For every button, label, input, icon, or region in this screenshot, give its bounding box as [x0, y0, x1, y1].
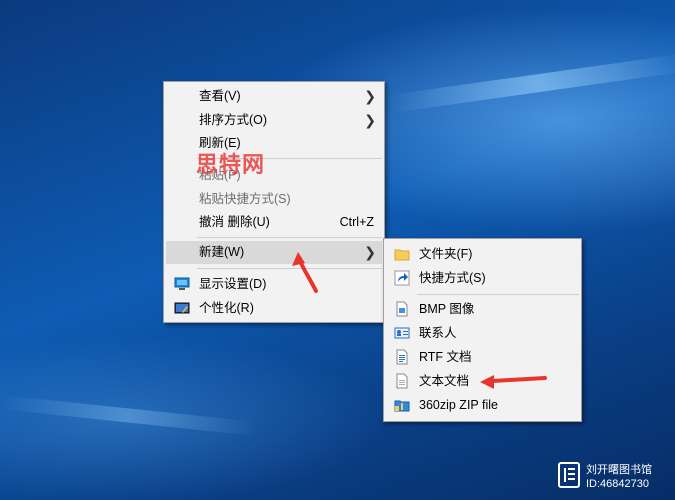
menu-item-label: 排序方式(O) — [199, 113, 268, 127]
menu-item-undo-delete[interactable]: 撤消 删除(U) Ctrl+Z — [166, 211, 382, 233]
menu-item-label: 360zip ZIP file — [419, 398, 498, 412]
menu-separator — [417, 294, 579, 295]
wallpaper-light-beam — [388, 53, 675, 113]
menu-item-label: BMP 图像 — [419, 302, 475, 316]
menu-item-label: 撤消 删除(U) — [199, 215, 270, 229]
menu-item-label: 文本文档 — [419, 374, 470, 388]
menu-item-paste-shortcut[interactable]: 粘贴快捷方式(S) — [166, 188, 382, 210]
menu-item-sort-by[interactable]: 排序方式(O) ❯ — [166, 109, 382, 131]
submenu-item-rtf-document[interactable]: RTF 文档 — [386, 346, 579, 368]
menu-item-label: 个性化(R) — [199, 301, 254, 315]
library-logo-icon — [558, 462, 580, 488]
menu-item-view[interactable]: 查看(V) ❯ — [166, 85, 382, 107]
menu-item-display-settings[interactable]: 显示设置(D) — [166, 273, 382, 295]
submenu-item-folder[interactable]: 文件夹(F) — [386, 243, 579, 265]
submenu-item-bmp-image[interactable]: BMP 图像 — [386, 298, 579, 320]
bmp-image-icon — [394, 301, 410, 317]
corner-badge: 刘开曙图书馆 ID:46842730 — [556, 459, 675, 497]
submenu-item-contact[interactable]: 联系人 — [386, 322, 579, 344]
chevron-right-icon: ❯ — [364, 88, 376, 104]
menu-item-shortcut: Ctrl+Z — [339, 215, 374, 229]
menu-item-label: 文件夹(F) — [419, 247, 473, 261]
contact-icon — [394, 325, 410, 341]
folder-icon — [394, 246, 410, 262]
desktop-context-menu: 查看(V) ❯ 排序方式(O) ❯ 刷新(E) 粘贴(P) 粘贴快捷方式(S) … — [163, 81, 385, 323]
zip-file-icon — [394, 397, 410, 413]
rtf-document-icon — [394, 349, 410, 365]
wallpaper-light-beam — [0, 395, 260, 437]
text-document-icon — [394, 373, 410, 389]
chevron-right-icon: ❯ — [364, 244, 376, 260]
shortcut-icon — [394, 270, 410, 286]
display-settings-icon — [174, 276, 190, 292]
menu-item-new[interactable]: 新建(W) ❯ — [166, 241, 382, 264]
new-submenu: 文件夹(F) 快捷方式(S) BMP 图像 联系人 RTF 文档 文本文档 36… — [383, 238, 582, 422]
corner-badge-line2: ID:46842730 — [586, 478, 649, 490]
menu-item-label: 显示设置(D) — [199, 277, 267, 291]
chevron-right-icon: ❯ — [364, 112, 376, 128]
menu-item-label: 新建(W) — [199, 245, 245, 259]
menu-item-label: 联系人 — [419, 326, 457, 340]
menu-separator — [197, 237, 382, 238]
personalize-icon — [174, 300, 190, 316]
menu-item-label: 查看(V) — [199, 89, 241, 103]
submenu-item-360zip-file[interactable]: 360zip ZIP file — [386, 394, 579, 416]
menu-separator — [197, 268, 382, 269]
submenu-item-text-document[interactable]: 文本文档 — [386, 370, 579, 392]
submenu-item-shortcut[interactable]: 快捷方式(S) — [386, 267, 579, 289]
menu-item-personalize[interactable]: 个性化(R) — [166, 297, 382, 319]
menu-item-label: 粘贴快捷方式(S) — [199, 192, 291, 206]
menu-item-label: 快捷方式(S) — [419, 271, 486, 285]
corner-badge-line1: 刘开曙图书馆 — [586, 464, 652, 476]
menu-item-label: RTF 文档 — [419, 350, 472, 364]
watermark-text: 思特网 — [196, 153, 266, 178]
